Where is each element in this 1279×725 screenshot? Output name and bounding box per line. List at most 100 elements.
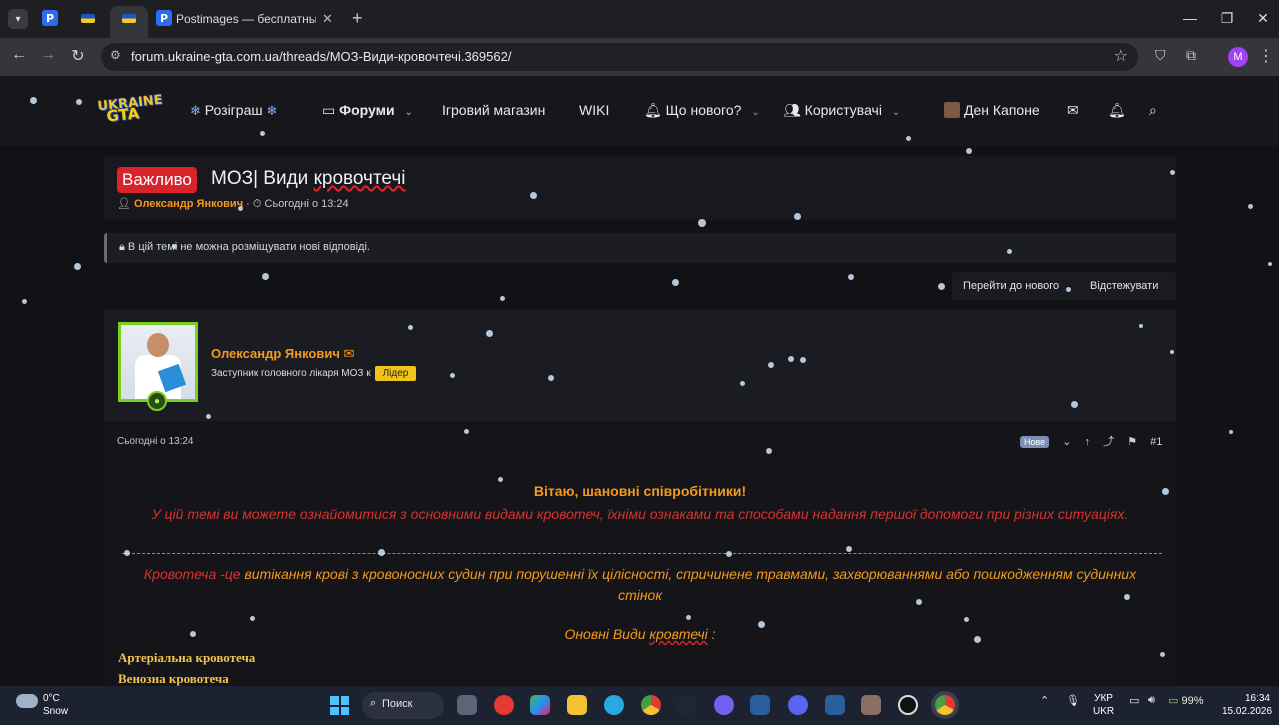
telegram-icon[interactable] — [604, 695, 624, 715]
clock[interactable]: 16:34 15.02.2026 — [1222, 692, 1272, 718]
post-author-label: Олександр Янкович — [211, 346, 340, 361]
postimages-tab-icon: P — [156, 10, 172, 26]
url-text[interactable]: forum.ukraine-gta.com.ua/threads/МОЗ-Вид… — [131, 49, 511, 64]
file-explorer-icon[interactable] — [567, 695, 587, 715]
reload-icon[interactable]: ↻ — [67, 46, 89, 66]
lang-line-2: UKR — [1093, 706, 1115, 717]
inbox-icon[interactable]: ✉ — [1067, 102, 1079, 119]
thread-time[interactable]: Сьогодні о 13:24 — [265, 198, 349, 210]
nav-forums[interactable]: ▭ Форуми ⌄ — [322, 102, 413, 119]
snowflake — [378, 549, 385, 556]
extensions-icon[interactable]: ⧉ — [1186, 47, 1196, 64]
snowflake — [464, 429, 469, 434]
up-arrow-icon[interactable]: ↑ — [1085, 436, 1091, 448]
app-icon[interactable] — [750, 695, 770, 715]
task-view-icon[interactable] — [457, 695, 477, 715]
post-author-name[interactable]: Олександр Янкович ✉ — [211, 346, 354, 362]
types-heading: Оновні Види кровтечі : — [104, 626, 1176, 642]
browser-menu-icon[interactable]: ⋮ — [1258, 46, 1274, 66]
snowflake-icon: ❄ — [190, 103, 201, 118]
copilot-icon[interactable] — [530, 695, 550, 715]
forward-icon[interactable]: → — [37, 46, 59, 64]
url-field[interactable]: ⚙ forum.ukraine-gta.com.ua/threads/МОЗ-В… — [101, 43, 1138, 71]
viber-icon[interactable] — [714, 695, 734, 715]
post-author-role-text: Заступник головного лікаря МОЗ к — [211, 368, 371, 379]
thread-buttons: Перейти до нового Відстежувати — [952, 272, 1176, 300]
snowflake — [848, 274, 854, 280]
chevron-down-icon[interactable]: ⌄ — [892, 107, 900, 118]
nav-members[interactable]: 👥︎ Користувачі ⌄ — [783, 102, 900, 119]
chrome-icon[interactable] — [641, 695, 661, 715]
nav-giveaway[interactable]: ❄ Розіграш ❄ — [190, 102, 277, 119]
post-author-role: Заступник головного лікаря МОЗ к Лідер — [211, 366, 417, 381]
tab-title[interactable]: Postimages — бесплатный хос — [176, 12, 316, 26]
discord-icon[interactable] — [788, 695, 808, 715]
battery-indicator[interactable]: ▭ 99% — [1168, 694, 1204, 707]
snowflake — [1170, 170, 1175, 175]
bookmark-star-icon[interactable]: ☆ — [1114, 46, 1128, 66]
site-logo[interactable]: UKRAINE GTA — [97, 93, 164, 126]
snowflake — [498, 477, 503, 482]
mail-icon[interactable]: ✉ — [344, 346, 355, 361]
microphone-icon[interactable]: 🎙︎ — [1066, 694, 1080, 707]
snowflake — [1248, 204, 1253, 209]
alerts-bell-icon[interactable]: 🔔︎ — [1108, 102, 1126, 119]
active-tab[interactable] — [110, 6, 148, 38]
chevron-down-icon[interactable]: ⌄ — [404, 107, 412, 118]
types-heading-c: : — [707, 626, 716, 642]
volume-icon[interactable]: 🔊︎ — [1148, 694, 1155, 707]
search-icon[interactable]: ⌕ — [1149, 102, 1157, 119]
new-tab-icon[interactable]: + — [352, 8, 363, 29]
profile-avatar[interactable]: M — [1228, 47, 1248, 67]
site-info-icon[interactable]: ⚙ — [110, 48, 121, 62]
tray-overflow-icon[interactable]: ⌃ — [1040, 694, 1049, 707]
watch-button[interactable]: Відстежувати — [1090, 280, 1158, 292]
clock-icon: ⏱︎ — [252, 198, 262, 210]
snowflake — [938, 283, 945, 290]
tab-search-button[interactable]: ▾ — [8, 9, 28, 29]
nav-shop[interactable]: Ігровий магазин — [442, 102, 545, 118]
post-time[interactable]: Сьогодні о 13:24 — [117, 436, 193, 447]
maximize-icon[interactable]: ❐ — [1217, 10, 1237, 27]
bookmark-icon[interactable]: ⚑ — [1127, 436, 1137, 448]
taskbar-search[interactable]: ⌕ Поиск — [362, 692, 444, 719]
snowflake — [206, 414, 211, 419]
back-icon[interactable]: ← — [8, 46, 30, 64]
snowflake — [172, 244, 177, 249]
post-divider — [122, 553, 1162, 554]
start-icon[interactable] — [330, 696, 349, 715]
ukraine-gta-tab-icon[interactable] — [81, 14, 95, 23]
nav-wiki[interactable]: WIKI — [579, 102, 609, 118]
thread-prefix-badge[interactable]: Важливо — [117, 167, 197, 193]
post-number[interactable]: #1 — [1150, 436, 1162, 448]
language-indicator[interactable]: УКР UKR — [1093, 692, 1114, 718]
nav-whats-new[interactable]: 🔔︎ Що нового? ⌄ — [644, 102, 760, 119]
app-icon[interactable] — [825, 695, 845, 715]
media-app-icon[interactable] — [494, 695, 514, 715]
weather-widget[interactable]: 0°C Snow — [43, 692, 68, 718]
game-icon[interactable] — [861, 695, 881, 715]
shield-extension-icon[interactable]: ⛉ — [1155, 47, 1166, 64]
thread-author-link[interactable]: Олександр Янкович — [134, 198, 243, 210]
minimize-icon[interactable]: — — [1180, 10, 1200, 26]
taskbar-search-label: Поиск — [382, 698, 413, 710]
tab-close-icon[interactable]: ✕ — [322, 11, 333, 27]
close-window-icon[interactable]: ✕ — [1253, 10, 1273, 27]
share-icon[interactable]: ⤴ — [1103, 436, 1114, 448]
nav-account[interactable]: Ден Капоне — [944, 102, 1040, 118]
obs-icon[interactable] — [898, 695, 918, 715]
network-icon[interactable]: ▭ — [1129, 694, 1139, 707]
steam-icon[interactable] — [677, 695, 697, 715]
goto-new-button[interactable]: Перейти до нового — [963, 280, 1059, 292]
user-icon: 👤︎ — [117, 198, 131, 210]
cloud-icon[interactable] — [16, 694, 38, 708]
chrome-active-icon[interactable] — [935, 695, 955, 715]
thread-title: МОЗ| Види кровочтечі — [211, 168, 405, 190]
types-heading-b: кровтечі — [649, 626, 708, 642]
chevron-down-icon[interactable]: ⌄ — [751, 107, 759, 118]
postimages-tab-icon[interactable]: P — [42, 10, 58, 26]
snowflake — [190, 631, 196, 637]
snowflake — [740, 381, 745, 386]
author-avatar[interactable] — [118, 322, 198, 402]
react-icon[interactable]: ⌄ — [1062, 436, 1071, 448]
